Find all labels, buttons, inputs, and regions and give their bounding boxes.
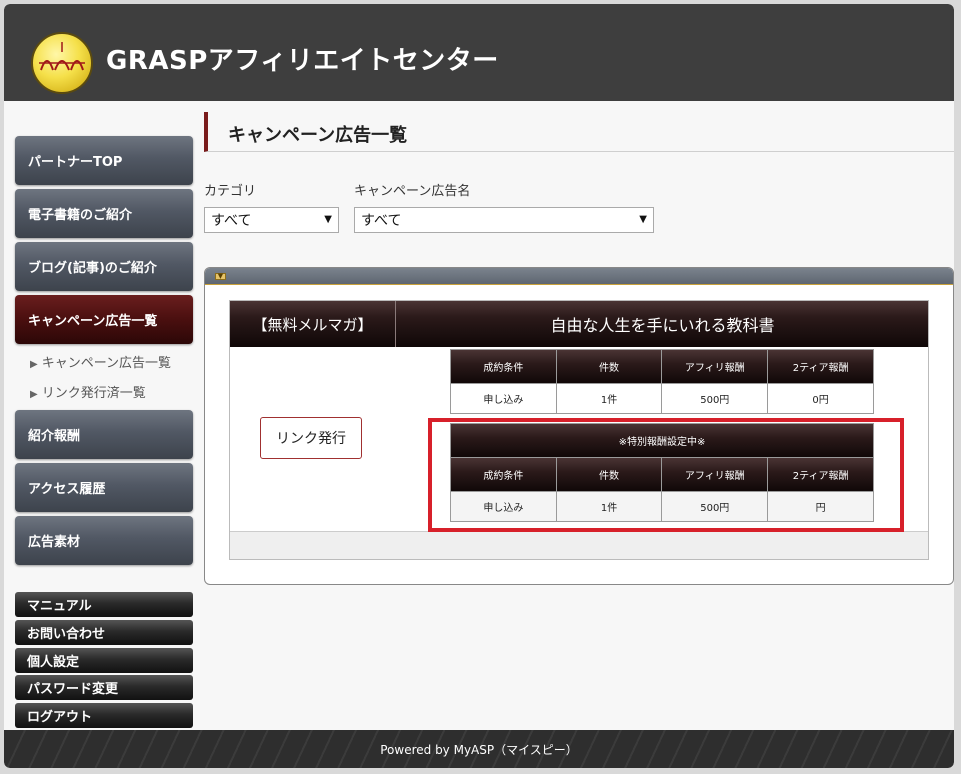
collapse-toggle-icon[interactable]: ▼ bbox=[215, 273, 226, 280]
campaign-title: 自由な人生を手にいれる教科書 bbox=[550, 316, 775, 335]
campaign-select[interactable]: すべて ▼ bbox=[354, 207, 654, 233]
manual-button[interactable]: マニュアル bbox=[15, 592, 193, 617]
category-filter-label: カテゴリ bbox=[204, 184, 257, 199]
table-cell: 0円 bbox=[767, 383, 874, 414]
dropdown-arrow-icon: ▼ bbox=[639, 214, 647, 225]
sidebar-subitem-issued-links[interactable]: ▶ リンク発行済一覧 bbox=[30, 382, 146, 401]
sidebar-item-partner-top[interactable]: パートナーTOP bbox=[15, 136, 193, 185]
table-cell: 申し込み bbox=[450, 383, 557, 414]
footer-text: Powered by MyASP（マイスピー） bbox=[380, 743, 578, 757]
reward-table-header-row: 成約条件 件数 アフィリ報酬 2ティア報酬 bbox=[450, 349, 874, 384]
page-title: キャンペーン広告一覧 bbox=[228, 125, 408, 146]
site-footer: Powered by MyASP（マイスピー） bbox=[4, 730, 954, 768]
campaign-category: 【無料メルマガ】 bbox=[230, 301, 396, 347]
issue-link-button[interactable]: リンク発行 bbox=[260, 417, 362, 459]
logout-button[interactable]: ログアウト bbox=[15, 703, 193, 728]
highlight-box bbox=[428, 418, 904, 532]
sidebar-item-ad-materials[interactable]: 広告素材 bbox=[15, 516, 193, 565]
table-cell: 1件 bbox=[555, 383, 663, 414]
site-logo bbox=[31, 32, 93, 94]
sidebar-subitem-label: キャンペーン広告一覧 bbox=[41, 356, 172, 371]
sidebar-item-campaigns[interactable]: キャンペーン広告一覧 bbox=[15, 295, 193, 344]
campaign-card-footer bbox=[230, 531, 928, 559]
sidebar-item-referral-rewards[interactable]: 紹介報酬 bbox=[15, 410, 193, 459]
change-password-button[interactable]: パスワード変更 bbox=[15, 675, 193, 700]
dropdown-arrow-icon: ▼ bbox=[324, 214, 332, 225]
category-select-value: すべて bbox=[211, 213, 252, 229]
table-row: 申し込み 1件 500円 0円 bbox=[450, 383, 874, 414]
sidebar-subitem-label: リンク発行済一覧 bbox=[41, 386, 146, 401]
panel-toolbar: ▼ bbox=[205, 268, 953, 285]
table-header-cell: 2ティア報酬 bbox=[767, 349, 874, 384]
site-header: GRASPアフィリエイトセンター bbox=[4, 4, 954, 101]
table-header-cell: 成約条件 bbox=[450, 349, 557, 384]
contact-button[interactable]: お問い合わせ bbox=[15, 620, 193, 645]
triangle-right-icon: ▶ bbox=[30, 389, 38, 400]
table-header-cell: アフィリ報酬 bbox=[661, 349, 769, 384]
sidebar-item-access-history[interactable]: アクセス履歴 bbox=[15, 463, 193, 512]
sidebar-subitem-campaign-list[interactable]: ▶ キャンペーン広告一覧 bbox=[30, 352, 171, 371]
site-title: GRASPアフィリエイトセンター bbox=[106, 46, 499, 76]
triangle-right-icon: ▶ bbox=[30, 359, 38, 370]
campaign-select-value: すべて bbox=[361, 213, 402, 229]
sidebar-item-blog[interactable]: ブログ(記事)のご紹介 bbox=[15, 242, 193, 291]
category-select[interactable]: すべて ▼ bbox=[204, 207, 339, 233]
sidebar-item-ebooks[interactable]: 電子書籍のご紹介 bbox=[15, 189, 193, 238]
page-heading: キャンペーン広告一覧 bbox=[204, 112, 954, 152]
reward-table: 成約条件 件数 アフィリ報酬 2ティア報酬 申し込み 1件 500円 0円 bbox=[450, 349, 874, 414]
app-frame: GRASPアフィリエイトセンター パートナーTOP 電子書籍のご紹介 ブログ(記… bbox=[4, 4, 954, 768]
table-cell: 500円 bbox=[661, 383, 769, 414]
table-header-cell: 件数 bbox=[555, 349, 663, 384]
personal-settings-button[interactable]: 個人設定 bbox=[15, 648, 193, 673]
campaign-filter-label: キャンペーン広告名 bbox=[354, 184, 471, 199]
campaign-card-header: 【無料メルマガ】 自由な人生を手にいれる教科書 bbox=[230, 301, 928, 347]
